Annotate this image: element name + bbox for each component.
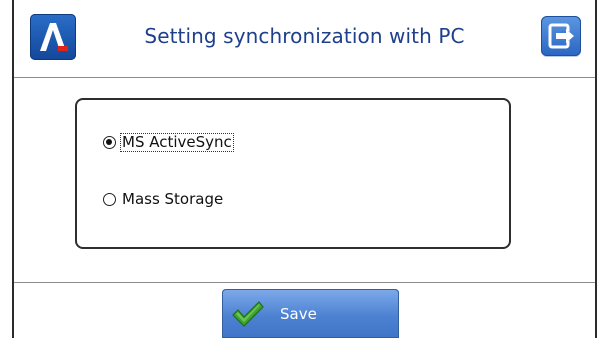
sync-options-group: MS ActiveSync Mass Storage (75, 98, 511, 249)
radio-label-ms-activesync: MS ActiveSync (120, 133, 234, 152)
footer-divider (14, 282, 595, 283)
exit-button[interactable] (541, 16, 581, 56)
app-logo-icon (30, 14, 76, 60)
radio-button-unselected[interactable] (103, 193, 116, 206)
save-button-label: Save (280, 305, 317, 323)
radio-option-mass-storage[interactable]: Mass Storage (103, 191, 224, 208)
radio-label-mass-storage: Mass Storage (122, 190, 224, 208)
sync-settings-screen: Setting synchronization with PC MS Activ… (0, 0, 609, 338)
checkmark-icon (232, 301, 264, 327)
header-divider (14, 77, 595, 78)
page-title: Setting synchronization with PC (144, 24, 465, 48)
save-button[interactable]: Save (222, 289, 399, 338)
radio-option-ms-activesync[interactable]: MS ActiveSync (103, 133, 234, 152)
header-bar: Setting synchronization with PC (14, 0, 595, 77)
exit-arrow-icon (548, 23, 574, 49)
radio-button-selected[interactable] (103, 136, 116, 149)
screen-right-edge (595, 0, 597, 338)
